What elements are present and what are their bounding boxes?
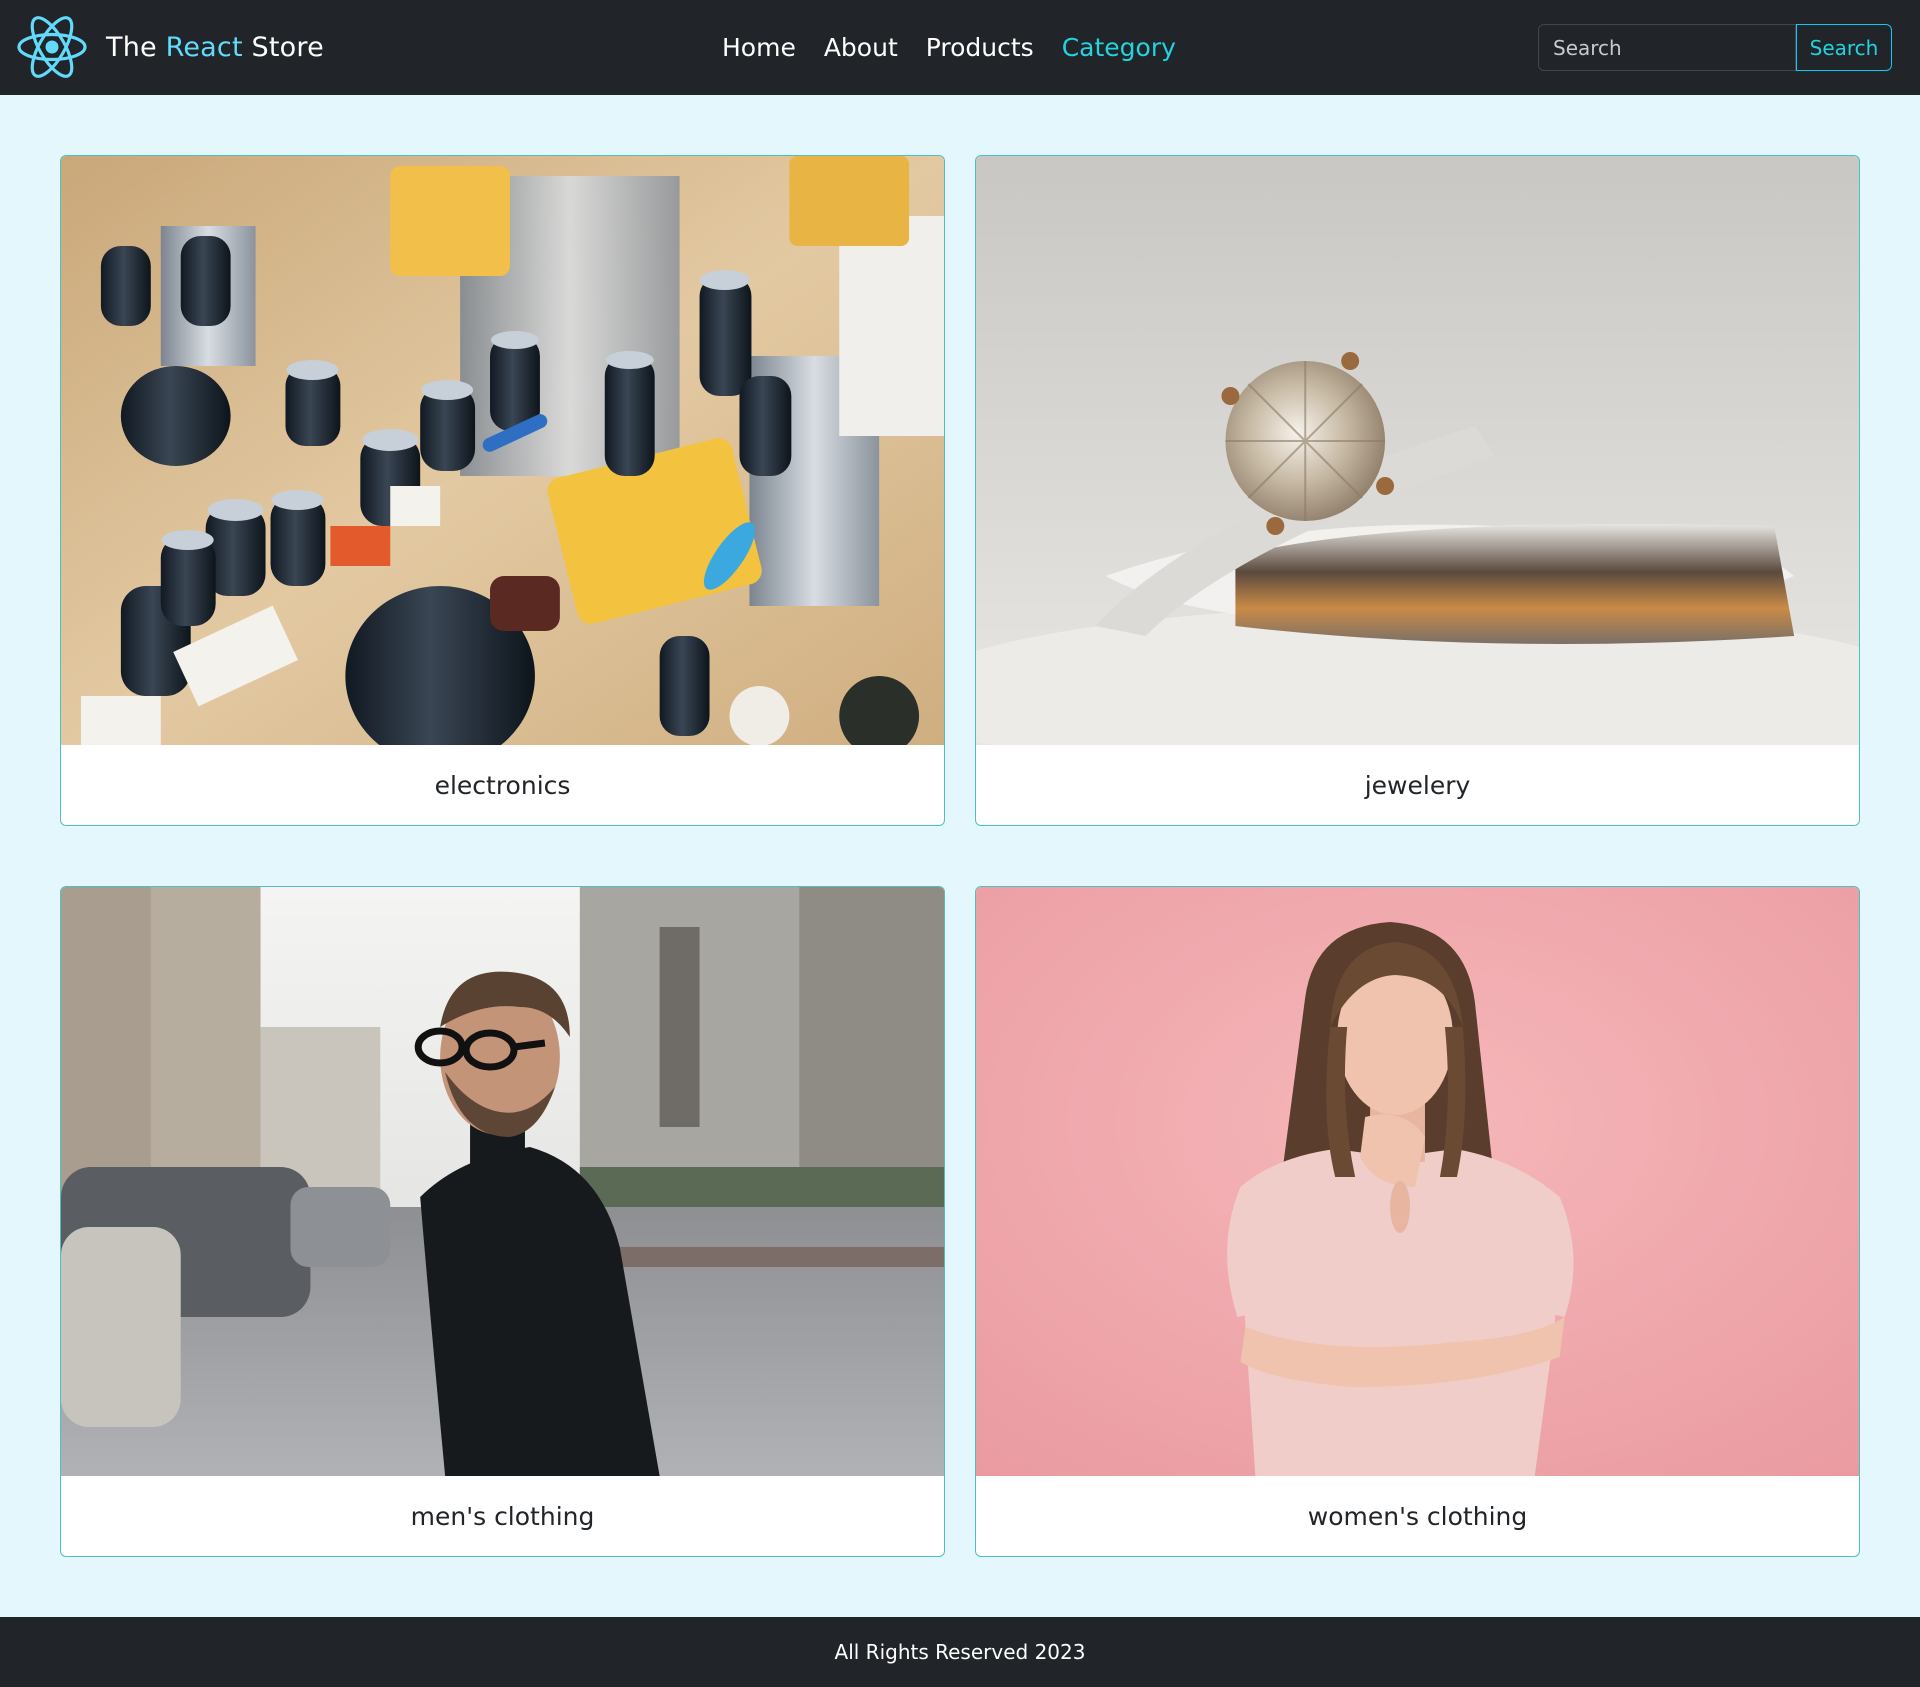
nav-link-products[interactable]: Products bbox=[926, 33, 1034, 62]
woman-in-pink-dress-photo bbox=[976, 887, 1859, 1476]
category-title: men's clothing bbox=[410, 1501, 595, 1531]
brand-name-suffix: Store bbox=[242, 31, 324, 63]
card-body: jewelery bbox=[976, 745, 1859, 825]
category-title: women's clothing bbox=[1307, 1501, 1528, 1531]
nav-link-category[interactable]: Category bbox=[1062, 33, 1176, 62]
nav-links: Home About Products Category bbox=[722, 0, 1176, 95]
footer-copyright: All Rights Reserved 2023 bbox=[834, 1640, 1086, 1664]
card-body: women's clothing bbox=[976, 1476, 1859, 1556]
search-button[interactable]: Search bbox=[1796, 24, 1892, 71]
circuit-board-photo bbox=[61, 156, 944, 745]
category-card-jewelery[interactable]: jewelery bbox=[975, 155, 1860, 826]
category-card-mens-clothing[interactable]: men's clothing bbox=[60, 886, 945, 1557]
navbar: The React Store Home About Products Cate… bbox=[0, 0, 1920, 95]
nav-item-products: Products bbox=[926, 33, 1034, 62]
brand-name-prefix: The bbox=[106, 31, 166, 63]
nav-item-category: Category bbox=[1062, 33, 1176, 62]
card-body: men's clothing bbox=[61, 1476, 944, 1556]
category-card-electronics[interactable]: electronics bbox=[60, 155, 945, 826]
category-title: jewelery bbox=[1364, 770, 1471, 800]
category-title: electronics bbox=[434, 770, 571, 800]
brand-name: The React Store bbox=[106, 32, 324, 63]
diamond-ring-photo bbox=[976, 156, 1859, 745]
search-form: Search bbox=[1538, 24, 1892, 71]
nav-link-about[interactable]: About bbox=[824, 33, 898, 62]
brand-link[interactable]: The React Store bbox=[16, 14, 324, 80]
card-body: electronics bbox=[61, 745, 944, 825]
footer: All Rights Reserved 2023 bbox=[0, 1617, 1920, 1687]
nav-item-home: Home bbox=[722, 33, 796, 62]
man-in-black-turtleneck-photo bbox=[61, 887, 944, 1476]
brand-name-accent: React bbox=[165, 31, 243, 63]
react-atom-icon bbox=[17, 16, 87, 78]
search-input[interactable] bbox=[1538, 24, 1796, 71]
category-card-womens-clothing[interactable]: women's clothing bbox=[975, 886, 1860, 1557]
nav-link-home[interactable]: Home bbox=[722, 33, 796, 62]
nav-item-about: About bbox=[824, 33, 898, 62]
